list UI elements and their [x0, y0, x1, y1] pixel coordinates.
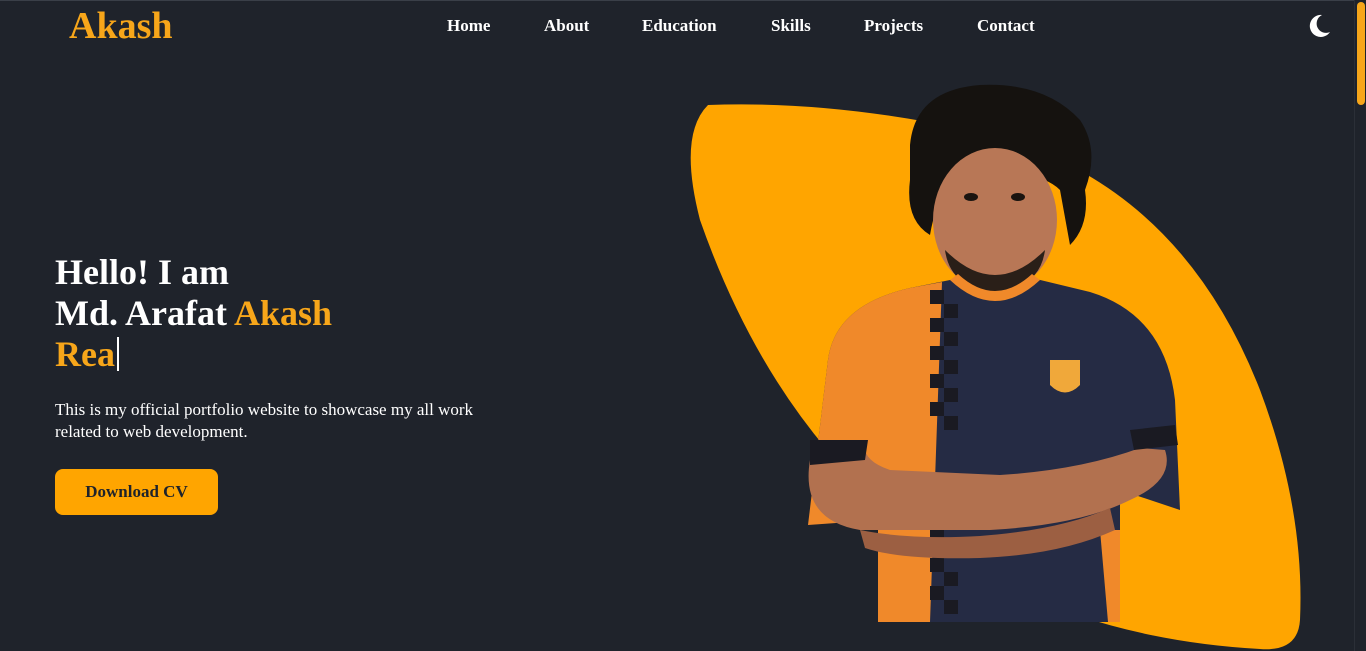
nav-about-link[interactable]: About: [544, 16, 589, 36]
hero-typed-text: Rea: [55, 334, 115, 374]
hero-typed-line: Rea: [55, 334, 332, 375]
typing-caret: [116, 337, 119, 371]
nav-skills-link[interactable]: Skills: [771, 16, 811, 36]
hero-description: This is my official portfolio website to…: [55, 400, 474, 441]
nav-contact-link[interactable]: Contact: [977, 16, 1035, 36]
scrollbar-thumb[interactable]: [1357, 2, 1365, 105]
page-scrollbar[interactable]: [1354, 0, 1366, 651]
nav-home-link[interactable]: Home: [447, 16, 490, 36]
portfolio-page: Akash Home About Education Skills Projec…: [0, 0, 1366, 651]
hero-name-first: Md. Arafat: [55, 293, 234, 333]
hero-name: Md. Arafat Akash: [55, 293, 332, 334]
hero-name-accent: Akash: [233, 293, 333, 333]
theme-toggle-button[interactable]: [1305, 12, 1333, 40]
hero-heading: Hello! I am Md. Arafat Akash Rea: [55, 252, 332, 375]
hero-portrait: [690, 84, 1301, 650]
nav-projects-link[interactable]: Projects: [864, 16, 923, 36]
nav-education-link[interactable]: Education: [642, 16, 717, 36]
main-nav: Home About Education Skills Projects Con…: [0, 16, 1366, 38]
hero-greeting: Hello! I am: [55, 252, 229, 292]
top-border: [0, 0, 1355, 1]
download-cv-button[interactable]: Download CV: [55, 469, 218, 515]
moon-icon: [1309, 14, 1330, 37]
